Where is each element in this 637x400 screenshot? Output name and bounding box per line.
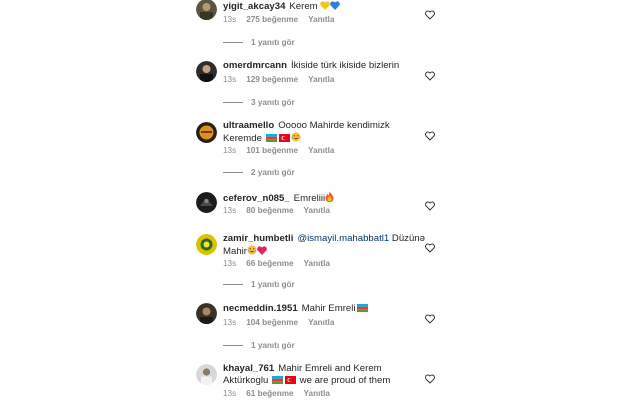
replies-divider	[223, 42, 243, 44]
like-count[interactable]: 80 beğenme	[246, 206, 293, 215]
comment-time: 13s	[223, 75, 237, 84]
comment-meta: 13s 66 beğenme Yanıtla	[223, 259, 340, 268]
avatar[interactable]	[196, 61, 217, 82]
replies-divider	[223, 172, 243, 174]
reply-button[interactable]: Yanıtla	[304, 206, 330, 215]
fire-icon	[325, 191, 334, 206]
azerbaijan-flag-icon	[356, 304, 368, 312]
comment-time: 13s	[223, 259, 237, 268]
comment-time: 13s	[223, 15, 237, 24]
comment-body: Kerem	[289, 1, 318, 12]
comment-text: ceferov_n085_ Emreliii	[223, 191, 425, 206]
like-heart-icon[interactable]	[425, 240, 435, 253]
blue-heart-icon	[330, 1, 341, 14]
comment-body-line2: Keremde	[223, 133, 262, 144]
azerbaijan-flag-icon	[272, 376, 283, 384]
view-replies-button[interactable]: 2 yanıtı gör	[223, 168, 295, 177]
avatar[interactable]	[196, 0, 217, 20]
comment-meta: 13s 80 beğenme Yanıtla	[223, 206, 340, 215]
comment-body: İkiside türk ikiside bizlerin	[290, 60, 400, 71]
comment-time: 13s	[223, 146, 237, 155]
like-heart-icon[interactable]	[425, 311, 435, 324]
avatar[interactable]	[196, 364, 217, 385]
reply-button[interactable]: Yanıtla	[308, 15, 334, 24]
view-replies-button[interactable]: 1 yanıtı gör	[223, 38, 295, 47]
comment-text: omerdmrcann İkiside türk ikiside bizlerin	[223, 60, 425, 72]
comment-username[interactable]: zamir_humbetli	[223, 233, 293, 244]
like-count[interactable]: 61 beğenme	[246, 389, 293, 398]
comment-username[interactable]: khayal_761	[223, 363, 274, 374]
avatar[interactable]	[196, 303, 217, 324]
reply-button[interactable]: Yanıtla	[304, 259, 330, 268]
view-replies-label: 3 yanıtı gör	[251, 98, 295, 107]
yellow-heart-icon	[320, 1, 331, 14]
reply-button[interactable]: Yanıtla	[308, 75, 334, 84]
face-with-tears-of-joy-icon	[247, 245, 257, 259]
view-replies-button[interactable]: 3 yanıtı gör	[223, 98, 295, 107]
comment-body: Emreliii	[293, 193, 326, 204]
comment-time: 13s	[223, 318, 237, 327]
mention-link[interactable]: @ismayil.mahabbatl1	[297, 233, 389, 244]
view-replies-label: 2 yanıtı gör	[251, 168, 295, 177]
comment-meta: 13s 104 beğenme Yanıtla	[223, 318, 345, 327]
like-heart-icon[interactable]	[425, 198, 435, 211]
avatar[interactable]	[196, 122, 217, 143]
like-count[interactable]: 101 beğenme	[246, 146, 298, 155]
like-count[interactable]: 104 beğenme	[246, 318, 298, 327]
like-heart-icon[interactable]	[425, 7, 435, 20]
comment-body-line2: Mahir	[223, 246, 247, 257]
comment-body: Mahir Emreli and Kerem	[278, 363, 382, 374]
like-count[interactable]: 66 beğenme	[246, 259, 293, 268]
comment-meta: 13s 275 beğenme Yanıtla	[223, 15, 345, 24]
comment-text: necmeddin.1951 Mahir Emreli	[223, 303, 425, 315]
avatar[interactable]	[196, 234, 217, 255]
like-heart-icon[interactable]	[425, 128, 435, 141]
comment-username[interactable]: ultraamello	[223, 120, 274, 131]
comment-body: Düzünə	[391, 233, 425, 244]
view-replies-button[interactable]: 1 yanıtı gör	[223, 341, 295, 350]
red-heart-icon	[257, 246, 267, 259]
comment-username[interactable]: yigit_akcay34	[223, 1, 285, 12]
comment-meta: 13s 61 beğenme Yanıtla	[223, 389, 340, 398]
comment-time: 13s	[223, 206, 237, 215]
reply-button[interactable]: Yanıtla	[308, 318, 334, 327]
reply-button[interactable]: Yanıtla	[304, 389, 330, 398]
like-heart-icon[interactable]	[425, 371, 435, 384]
view-replies-label: 1 yanıtı gör	[251, 280, 295, 289]
comment-text: zamir_humbetli @ismayil.mahabbatl1 Düzünə…	[223, 233, 425, 259]
view-replies-button[interactable]: 1 yanıtı gör	[223, 280, 295, 289]
comment-username[interactable]: omerdmrcann	[223, 60, 287, 71]
reply-button[interactable]: Yanıtla	[308, 146, 334, 155]
like-count[interactable]: 129 beğenme	[246, 75, 298, 84]
comment-username[interactable]: ceferov_n085_	[223, 193, 290, 204]
turkey-flag-icon	[278, 134, 290, 142]
comment-meta: 13s 101 beğenme Yanıtla	[223, 146, 345, 155]
comment-text: yigit_akcay34 Kerem	[223, 1, 425, 14]
comment-text: khayal_761 Mahir Emreli and Kerem Aktürko…	[223, 363, 425, 387]
view-replies-label: 1 yanıtı gör	[251, 341, 295, 350]
replies-divider	[223, 345, 243, 347]
comment-body-line3: we are proud of them	[299, 375, 391, 386]
view-replies-label: 1 yanıtı gör	[251, 38, 295, 47]
replies-divider	[223, 284, 243, 286]
comment-meta: 13s 129 beğenme Yanıtla	[223, 75, 345, 84]
comment-body-line2: Aktürkoglu	[223, 375, 269, 386]
like-heart-icon[interactable]	[425, 68, 435, 81]
comment-text: ultraamello Ooooo Mahirde kendimizk Kerem…	[223, 120, 425, 146]
comment-body: Ooooo Mahirde kendimizk	[278, 120, 390, 131]
like-count[interactable]: 275 beğenme	[246, 15, 298, 24]
replies-divider	[223, 102, 243, 104]
comment-username[interactable]: necmeddin.1951	[223, 303, 298, 314]
comment-body: Mahir Emreli	[301, 303, 356, 314]
avatar[interactable]	[196, 192, 217, 213]
comment-time: 13s	[223, 389, 237, 398]
azerbaijan-flag-icon	[265, 134, 277, 142]
turkey-flag-icon	[285, 376, 296, 384]
comments-pane: yigit_akcay34 Kerem 13s 275 beğenme Yanıtla…	[185, 0, 455, 400]
face-with-tears-of-joy-icon	[291, 132, 301, 146]
